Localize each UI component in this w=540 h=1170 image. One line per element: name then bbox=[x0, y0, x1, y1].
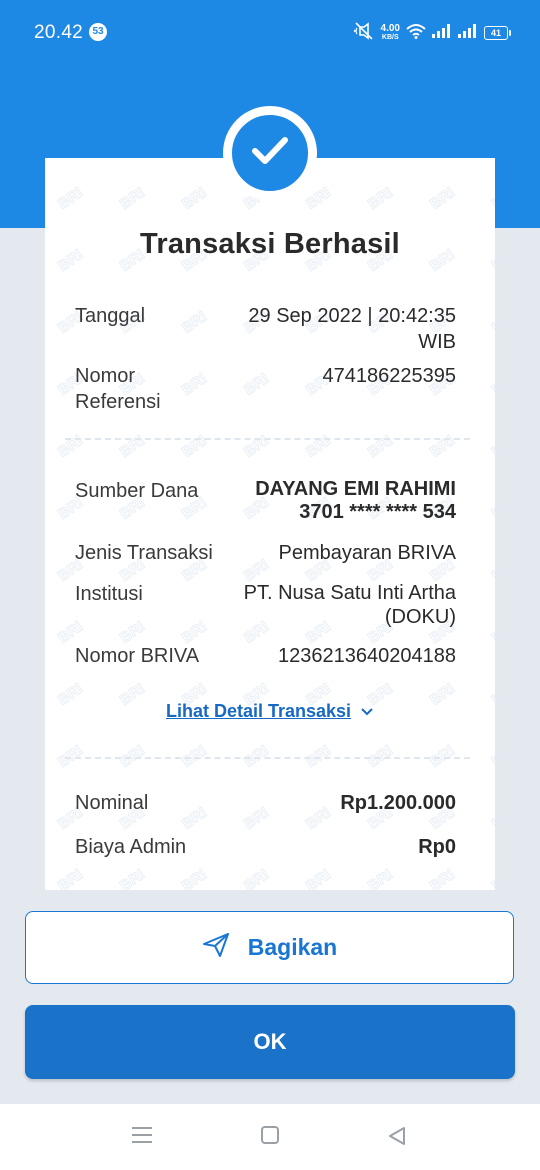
institusi-label: Institusi bbox=[75, 583, 143, 605]
row-biaya-admin: Biaya Admin Rp0 bbox=[75, 834, 456, 860]
row-sumber-dana: Sumber Dana DAYANG EMI RAHIMI 3701 **** … bbox=[75, 478, 456, 530]
sumber-dana-label: Sumber Dana bbox=[75, 480, 199, 502]
jenis-transaksi-value: Pembayaran BRIVA bbox=[278, 542, 457, 564]
row-nomor-briva: Nomor BRIVA 1236213640204188 bbox=[75, 643, 456, 669]
success-badge bbox=[229, 112, 311, 194]
row-referensi: Nomor Referensi 474186225395 bbox=[75, 363, 456, 417]
back-icon[interactable] bbox=[387, 1126, 407, 1151]
sumber-dana-value: DAYANG EMI RAHIMI 3701 **** **** 534 bbox=[255, 478, 456, 524]
mute-icon bbox=[353, 21, 375, 45]
network-speed: 4.00 KB/S bbox=[381, 24, 400, 42]
status-time: 20.42 bbox=[34, 22, 84, 43]
institusi-name: PT. Nusa Satu Inti Artha bbox=[243, 582, 456, 604]
biaya-admin-value: Rp0 bbox=[418, 836, 456, 858]
detail-transaksi-link-label: Lihat Detail Transaksi bbox=[165, 701, 352, 721]
row-tanggal: Tanggal 29 Sep 2022 | 20:42:35 WIB bbox=[75, 303, 456, 357]
signal-icon-2 bbox=[458, 23, 478, 43]
referensi-label-line1: Nomor bbox=[75, 365, 136, 387]
home-icon[interactable] bbox=[260, 1126, 280, 1149]
network-speed-unit: KB/S bbox=[381, 34, 399, 41]
check-icon bbox=[250, 134, 290, 173]
institusi-value: PT. Nusa Satu Inti Artha (DOKU) bbox=[244, 581, 456, 629]
tanggal-label: Tanggal bbox=[75, 305, 146, 327]
menu-icon[interactable] bbox=[131, 1126, 153, 1149]
tanggal-value: 29 Sep 2022 | 20:42:35 WIB bbox=[248, 303, 456, 355]
chevron-down-icon bbox=[356, 701, 374, 721]
wifi-icon bbox=[406, 23, 426, 44]
status-icons: 4.00 KB/S 41 bbox=[353, 21, 511, 45]
tanggal-timezone: WIB bbox=[418, 331, 456, 353]
biaya-admin-label: Biaya Admin bbox=[75, 836, 187, 858]
row-institusi: Institusi PT. Nusa Satu Inti Artha (DOKU… bbox=[75, 581, 456, 633]
notification-badge: 53 bbox=[89, 23, 107, 41]
share-button[interactable]: Bagikan bbox=[25, 911, 514, 984]
share-button-label: Bagikan bbox=[247, 934, 338, 960]
referensi-value: 474186225395 bbox=[322, 365, 456, 387]
page-title: Transaksi Berhasil bbox=[140, 228, 400, 260]
divider bbox=[65, 438, 470, 440]
nominal-value: Rp1.200.000 bbox=[340, 792, 456, 814]
referensi-label-line2: Referensi bbox=[75, 391, 161, 413]
sumber-dana-account: 3701 **** **** 534 bbox=[299, 501, 456, 523]
row-jenis-transaksi: Jenis Transaksi Pembayaran BRIVA bbox=[75, 540, 456, 566]
send-icon bbox=[202, 932, 230, 964]
sumber-dana-name: DAYANG EMI RAHIMI bbox=[255, 478, 456, 500]
institusi-name-suffix: (DOKU) bbox=[384, 606, 456, 628]
referensi-label: Nomor Referensi bbox=[75, 363, 161, 415]
signal-icon bbox=[432, 23, 452, 43]
ok-button-label: OK bbox=[253, 1029, 287, 1054]
nomor-briva-label: Nomor BRIVA bbox=[75, 645, 200, 667]
tanggal-datetime: 29 Sep 2022 | 20:42:35 bbox=[248, 305, 456, 327]
status-bar: 20.42 53 4.00 KB/S 41 bbox=[0, 0, 540, 64]
ok-button[interactable]: OK bbox=[25, 1005, 515, 1079]
battery-icon: 41 bbox=[484, 26, 511, 40]
system-nav-bar bbox=[0, 1104, 540, 1170]
divider bbox=[65, 757, 470, 759]
jenis-transaksi-label: Jenis Transaksi bbox=[75, 542, 213, 564]
nomor-briva-value: 1236213640204188 bbox=[278, 645, 456, 667]
detail-transaksi-link[interactable]: Lihat Detail Transaksi bbox=[0, 701, 540, 722]
row-nominal: Nominal Rp1.200.000 bbox=[75, 790, 456, 816]
nominal-label: Nominal bbox=[75, 792, 149, 814]
